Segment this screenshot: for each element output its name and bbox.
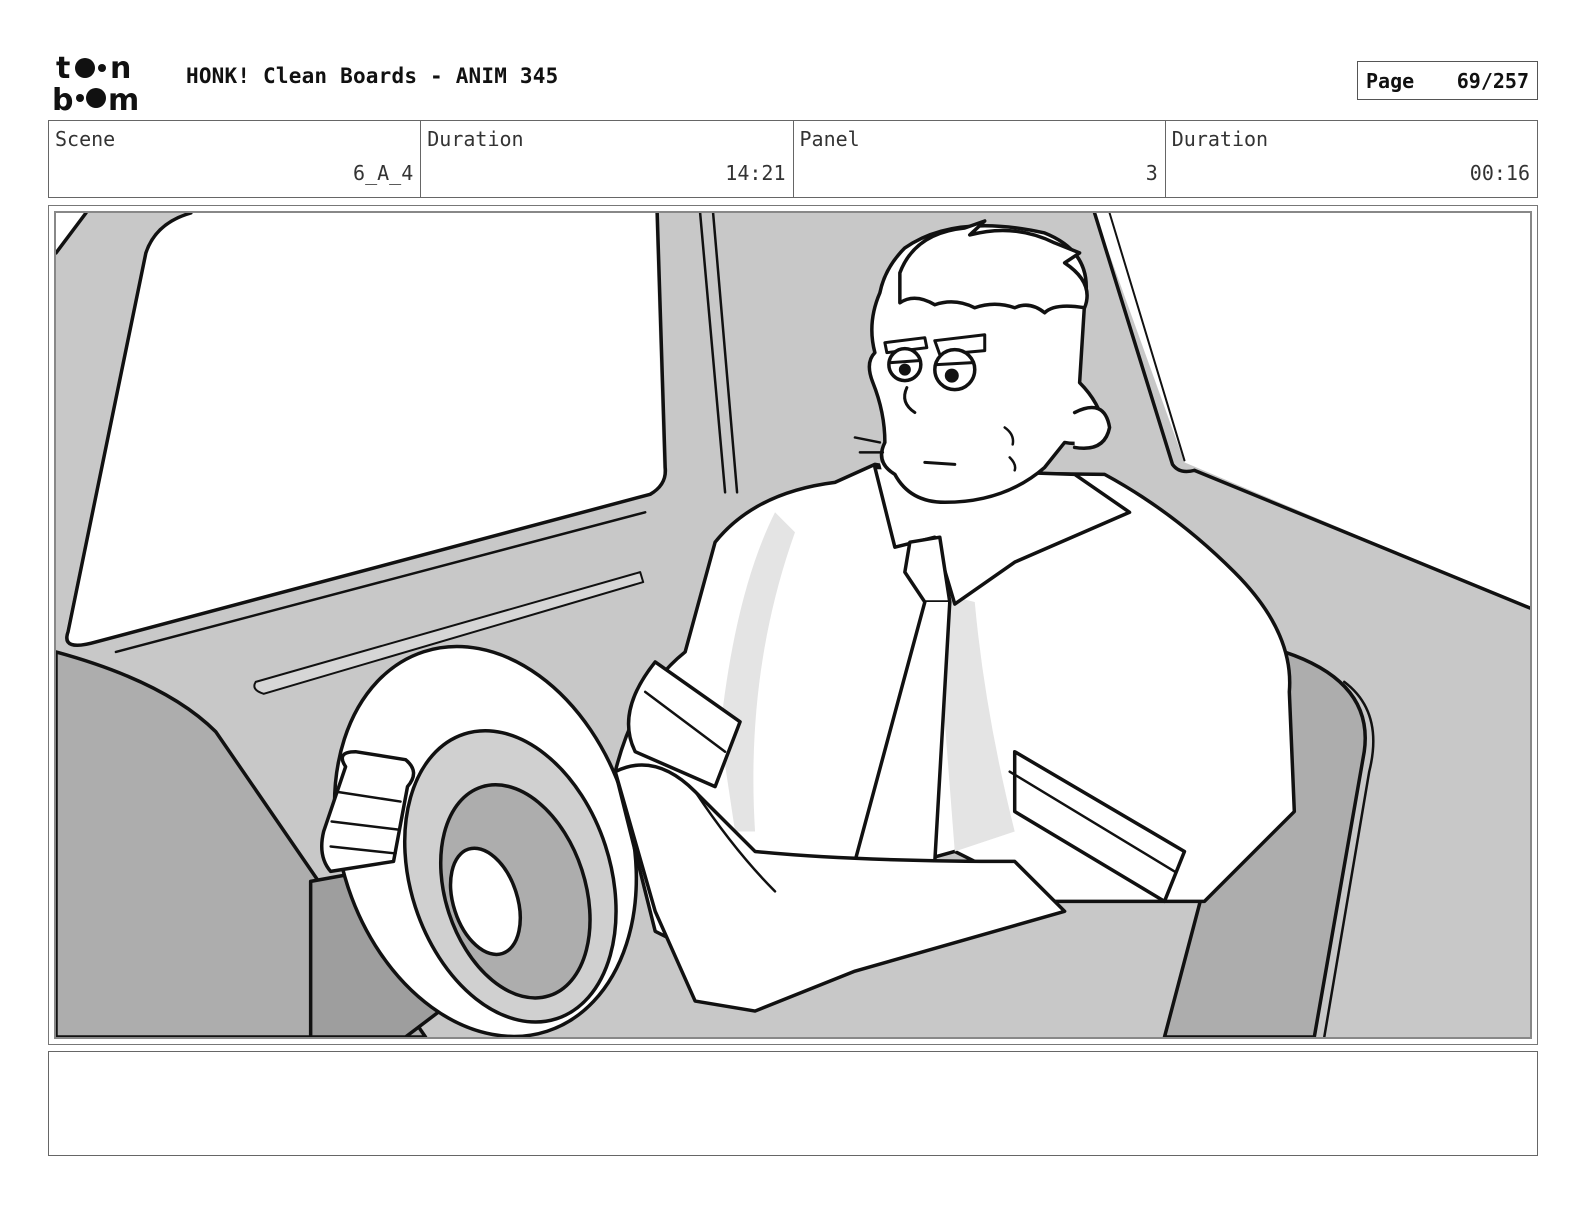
- svg-text:m: m: [108, 83, 139, 114]
- storyboard-panel: [48, 205, 1538, 1045]
- panel-cell: Panel 3: [794, 121, 1166, 197]
- toon-boom-logo: t n b m: [52, 51, 139, 114]
- driver-sketch-image: [56, 213, 1530, 1037]
- scene-value: 6_A_4: [353, 161, 414, 185]
- svg-text:t: t: [56, 51, 70, 86]
- panel-notes-box: [48, 1051, 1538, 1156]
- page-label: Page: [1366, 68, 1415, 93]
- scene-label: Scene: [55, 127, 116, 151]
- panel-label: Panel: [799, 127, 860, 151]
- document-title: HONK! Clean Boards - ANIM 345: [186, 64, 559, 88]
- page-indicator: Page 69/257: [1357, 61, 1538, 100]
- scene-cell: Scene 6_A_4: [49, 121, 422, 197]
- panel-duration-value: 00:16: [1469, 161, 1530, 185]
- panel-value: 3: [1145, 161, 1158, 185]
- svg-text:b: b: [52, 83, 73, 114]
- scene-info-row: Scene 6_A_4 Duration 14:21 Panel 3 Durat…: [48, 120, 1538, 198]
- panel-artwork: [54, 211, 1532, 1039]
- scene-duration-label: Duration: [427, 127, 524, 151]
- svg-text:n: n: [110, 51, 131, 86]
- scene-duration-cell: Duration 14:21: [421, 121, 794, 197]
- panel-duration-cell: Duration 00:16: [1166, 121, 1537, 197]
- scene-duration-value: 14:21: [725, 161, 786, 185]
- page-number: 69/257: [1456, 68, 1529, 93]
- panel-duration-label: Duration: [1171, 127, 1269, 151]
